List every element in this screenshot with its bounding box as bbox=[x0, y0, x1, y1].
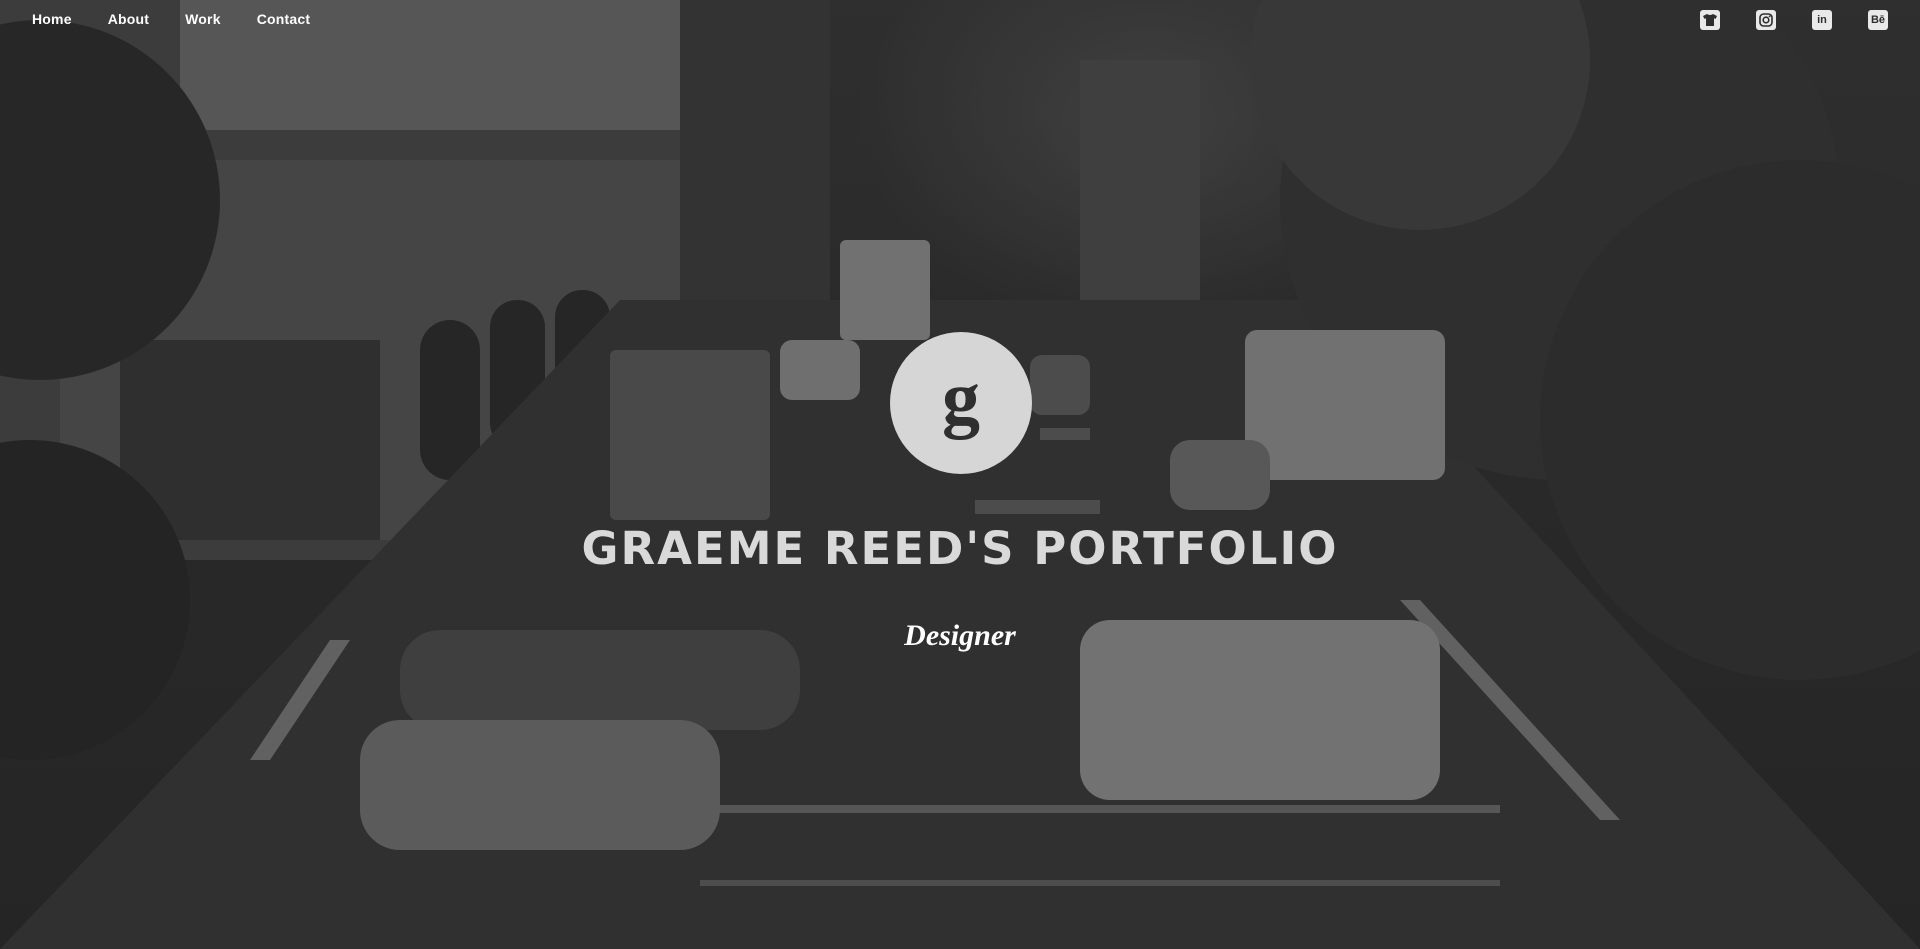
nav-home-link[interactable]: Home bbox=[32, 11, 72, 27]
page-title: GRAEME REED'S PORTFOLIO bbox=[581, 522, 1339, 575]
logo-circle: g bbox=[890, 332, 1032, 474]
nav-work-link[interactable]: Work bbox=[185, 11, 221, 27]
nav-contact-link[interactable]: Contact bbox=[257, 11, 311, 27]
tshirt-icon[interactable] bbox=[1700, 10, 1720, 30]
linkedin-icon[interactable]: in bbox=[1812, 10, 1832, 30]
instagram-icon[interactable] bbox=[1756, 10, 1776, 30]
hero-background bbox=[0, 0, 1920, 949]
top-nav: Home About Work Contact bbox=[32, 11, 346, 27]
behance-icon[interactable]: Bē bbox=[1868, 10, 1888, 30]
social-links: in Bē bbox=[1700, 10, 1888, 30]
nav-about-link[interactable]: About bbox=[108, 11, 149, 27]
logo-letter: g bbox=[942, 356, 980, 440]
page-subtitle: Designer bbox=[904, 619, 1016, 652]
dark-overlay bbox=[0, 0, 1920, 949]
